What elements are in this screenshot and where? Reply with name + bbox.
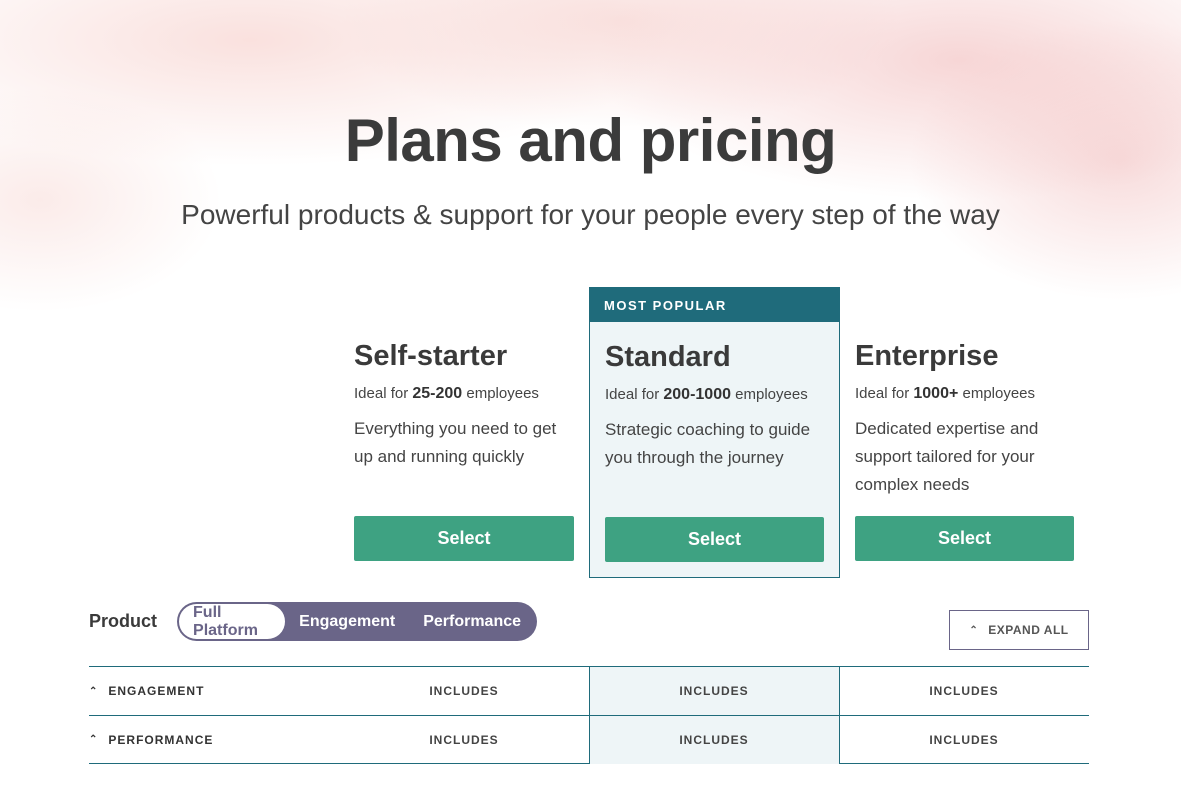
- chevron-up-icon: ⌃: [969, 624, 979, 636]
- segment-performance[interactable]: Performance: [409, 604, 535, 639]
- cell-enterprise: INCLUDES: [929, 732, 999, 747]
- table-row-performance: ⌃ PERFORMANCE INCLUDES INCLUDES INCLUDES: [89, 715, 1089, 764]
- cell-enterprise: INCLUDES: [929, 684, 999, 698]
- ideal-range: 25-200: [412, 385, 463, 402]
- plan-ideal-for: Ideal for 25-200 employees: [354, 385, 564, 403]
- ideal-prefix: Ideal for: [354, 385, 409, 402]
- plan-description: Dedicated expertise and support tailored…: [855, 419, 1039, 494]
- plan-description: Everything you need to get up and runnin…: [354, 419, 557, 466]
- ideal-suffix: employees: [466, 385, 539, 402]
- select-self-starter-button[interactable]: Select: [354, 516, 574, 561]
- row-label: ENGAGEMENT: [108, 684, 205, 698]
- plan-name: Standard: [605, 341, 731, 373]
- expand-all-button[interactable]: ⌃ EXPAND ALL: [949, 610, 1089, 650]
- segment-engagement[interactable]: Engagement: [285, 604, 409, 639]
- cell-self-starter: INCLUDES: [429, 684, 499, 698]
- cell-self-starter: INCLUDES: [429, 732, 499, 747]
- plan-standard: Standard Ideal for 200-1000 employees St…: [605, 341, 815, 472]
- product-filter: Product Full Platform Engagement Perform…: [89, 602, 538, 641]
- row-label: PERFORMANCE: [108, 732, 214, 747]
- product-label: Product: [89, 611, 158, 631]
- plan-ideal-for: Ideal for 200-1000 employees: [605, 386, 815, 404]
- product-segmented-control: Full Platform Engagement Performance: [177, 602, 538, 641]
- select-standard-button[interactable]: Select: [605, 517, 824, 562]
- segment-full-platform[interactable]: Full Platform: [179, 604, 286, 639]
- plan-name: Enterprise: [855, 340, 999, 372]
- row-toggle-performance[interactable]: ⌃ PERFORMANCE: [89, 733, 349, 747]
- ideal-prefix: Ideal for: [855, 385, 910, 402]
- plan-self-starter: Self-starter Ideal for 25-200 employees …: [354, 340, 564, 471]
- row-toggle-engagement[interactable]: ⌃ ENGAGEMENT: [89, 684, 349, 698]
- page-title: Plans and pricing: [344, 107, 837, 174]
- page-subtitle: Powerful products & support for your peo…: [181, 199, 1000, 230]
- feature-table: ⌃ ENGAGEMENT INCLUDES INCLUDES INCLUDES …: [89, 666, 1089, 764]
- ideal-suffix: employees: [735, 386, 808, 403]
- cell-standard: INCLUDES: [679, 732, 749, 747]
- plan-enterprise: Enterprise Ideal for 1000+ employees Ded…: [855, 340, 1065, 499]
- select-enterprise-button[interactable]: Select: [855, 516, 1074, 561]
- chevron-up-icon: ⌃: [89, 685, 99, 697]
- most-popular-badge: MOST POPULAR: [590, 288, 839, 322]
- plan-description: Strategic coaching to guide you through …: [605, 420, 811, 467]
- plan-name: Self-starter: [354, 340, 508, 372]
- chevron-up-icon: ⌃: [89, 734, 99, 745]
- cell-standard: INCLUDES: [679, 684, 749, 698]
- plan-ideal-for: Ideal for 1000+ employees: [855, 385, 1065, 403]
- ideal-suffix: employees: [962, 385, 1036, 402]
- ideal-range: 200-1000: [663, 386, 731, 403]
- ideal-range: 1000+: [913, 385, 959, 402]
- expand-all-label: EXPAND ALL: [988, 623, 1069, 637]
- table-row-engagement: ⌃ ENGAGEMENT INCLUDES INCLUDES INCLUDES: [89, 666, 1089, 715]
- ideal-prefix: Ideal for: [605, 386, 660, 403]
